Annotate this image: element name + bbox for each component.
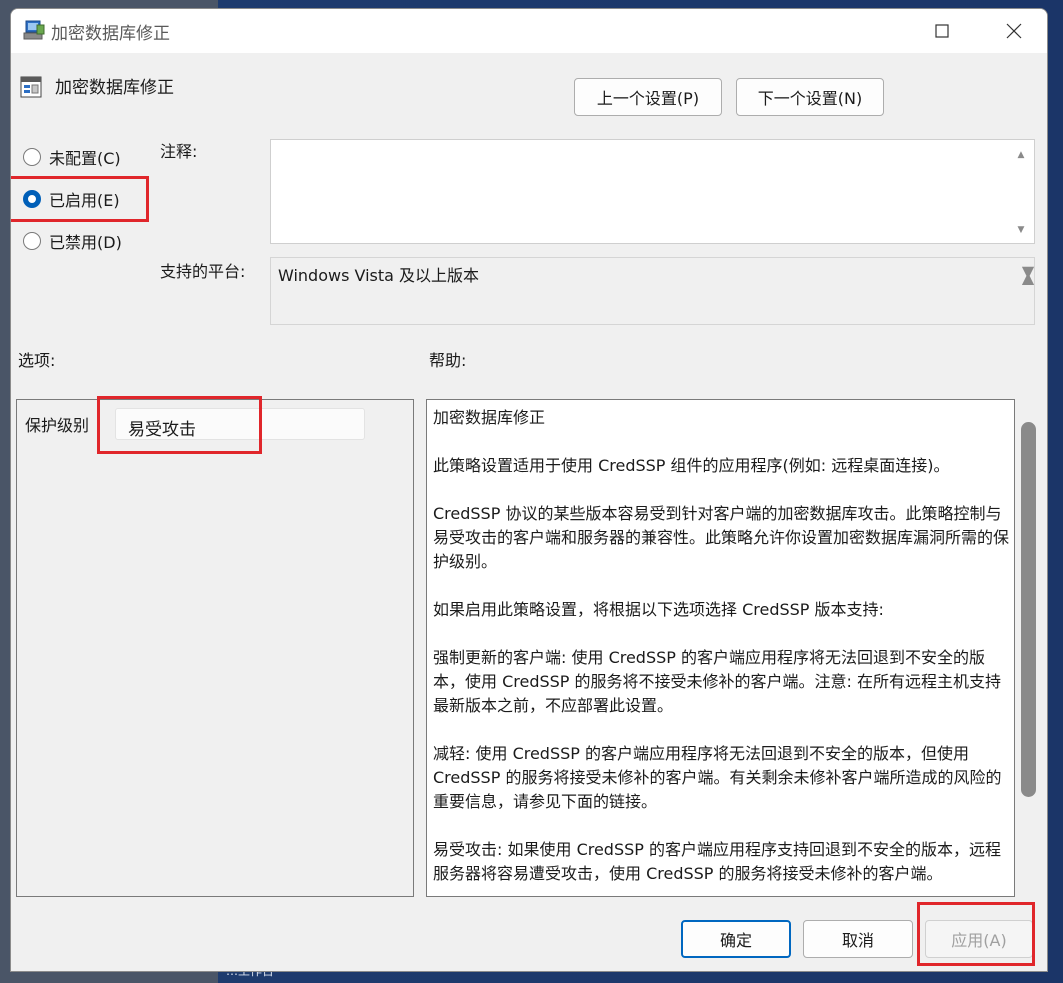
help-text: 加密数据库修正 此策略设置适用于使用 CredSSP 组件的应用程序(例如: 远…	[433, 406, 1010, 896]
window-title: 加密数据库修正	[51, 24, 170, 44]
policy-icon	[23, 20, 45, 40]
setting-icon	[20, 76, 42, 98]
help-paragraph: 加密数据库修正	[433, 408, 546, 427]
ok-button[interactable]: 确定	[681, 920, 791, 958]
platform-value: Windows Vista 及以上版本	[278, 266, 480, 285]
close-icon	[1006, 23, 1022, 39]
protection-level-label: 保护级别	[25, 416, 90, 435]
minimize-button[interactable]	[849, 9, 907, 53]
highlight-box-protection	[97, 396, 262, 454]
policy-dialog: 加密数据库修正 加密数据库修正 上一个设置(P) 下一个设置(N) 未配置(C)…	[10, 8, 1048, 972]
help-label: 帮助:	[429, 351, 467, 370]
scroll-up-icon[interactable]: ▲	[1008, 150, 1034, 160]
scroll-down-icon[interactable]: ▼	[1008, 225, 1034, 235]
title-bar: 加密数据库修正	[11, 9, 1047, 53]
help-scrollbar-thumb[interactable]	[1021, 422, 1036, 797]
help-panel: 加密数据库修正 此策略设置适用于使用 CredSSP 组件的应用程序(例如: 远…	[426, 399, 1015, 897]
help-paragraph: 此策略设置适用于使用 CredSSP 组件的应用程序(例如: 远程桌面连接)。	[433, 456, 950, 475]
setting-title: 加密数据库修正	[55, 78, 174, 98]
close-button[interactable]	[985, 9, 1043, 53]
radio-label: 未配置(C)	[49, 149, 121, 168]
maximize-icon	[935, 24, 949, 38]
minimize-icon	[873, 30, 883, 32]
help-paragraph: CredSSP 协议的某些版本容易受到针对客户端的加密数据库攻击。此策略控制与易…	[433, 504, 1010, 571]
radio-not-configured[interactable]: 未配置(C)	[23, 145, 121, 169]
maximize-button[interactable]	[913, 9, 971, 53]
platform-scrollbar[interactable]: ▲ ▼	[1008, 258, 1034, 324]
previous-setting-button[interactable]: 上一个设置(P)	[574, 78, 722, 116]
highlight-box-apply	[917, 902, 1035, 966]
radio-label: 已禁用(D)	[49, 233, 122, 252]
comment-field[interactable]: ▲ ▼	[270, 139, 1035, 244]
radio-disabled[interactable]: 已禁用(D)	[23, 229, 122, 253]
help-paragraph: 如果启用此策略设置，将根据以下选项选择 CredSSP 版本支持:	[433, 600, 884, 619]
options-panel: 保护级别 易受攻击 ⌄	[16, 399, 414, 897]
platform-field: Windows Vista 及以上版本 ▲ ▼	[270, 257, 1035, 325]
scroll-down-icon[interactable]: ▼	[1015, 262, 1041, 316]
highlight-box-enabled	[11, 176, 149, 222]
comment-scrollbar[interactable]: ▲ ▼	[1008, 140, 1034, 243]
help-paragraph: 易受攻击: 如果使用 CredSSP 的客户端应用程序支持回退到不安全的版本，远…	[433, 840, 1002, 883]
next-setting-button[interactable]: 下一个设置(N)	[736, 78, 884, 116]
comment-label: 注释:	[160, 142, 198, 161]
radio-circle[interactable]	[23, 148, 41, 166]
help-paragraph: 强制更新的客户端: 使用 CredSSP 的客户端应用程序将无法回退到不安全的版…	[433, 648, 1002, 715]
radio-circle[interactable]	[23, 232, 41, 250]
help-paragraph: 减轻: 使用 CredSSP 的客户端应用程序将无法回退到不安全的版本，但使用 …	[433, 744, 1002, 811]
cancel-button[interactable]: 取消	[803, 920, 913, 958]
platform-label: 支持的平台:	[160, 262, 246, 281]
options-label: 选项:	[18, 351, 56, 370]
